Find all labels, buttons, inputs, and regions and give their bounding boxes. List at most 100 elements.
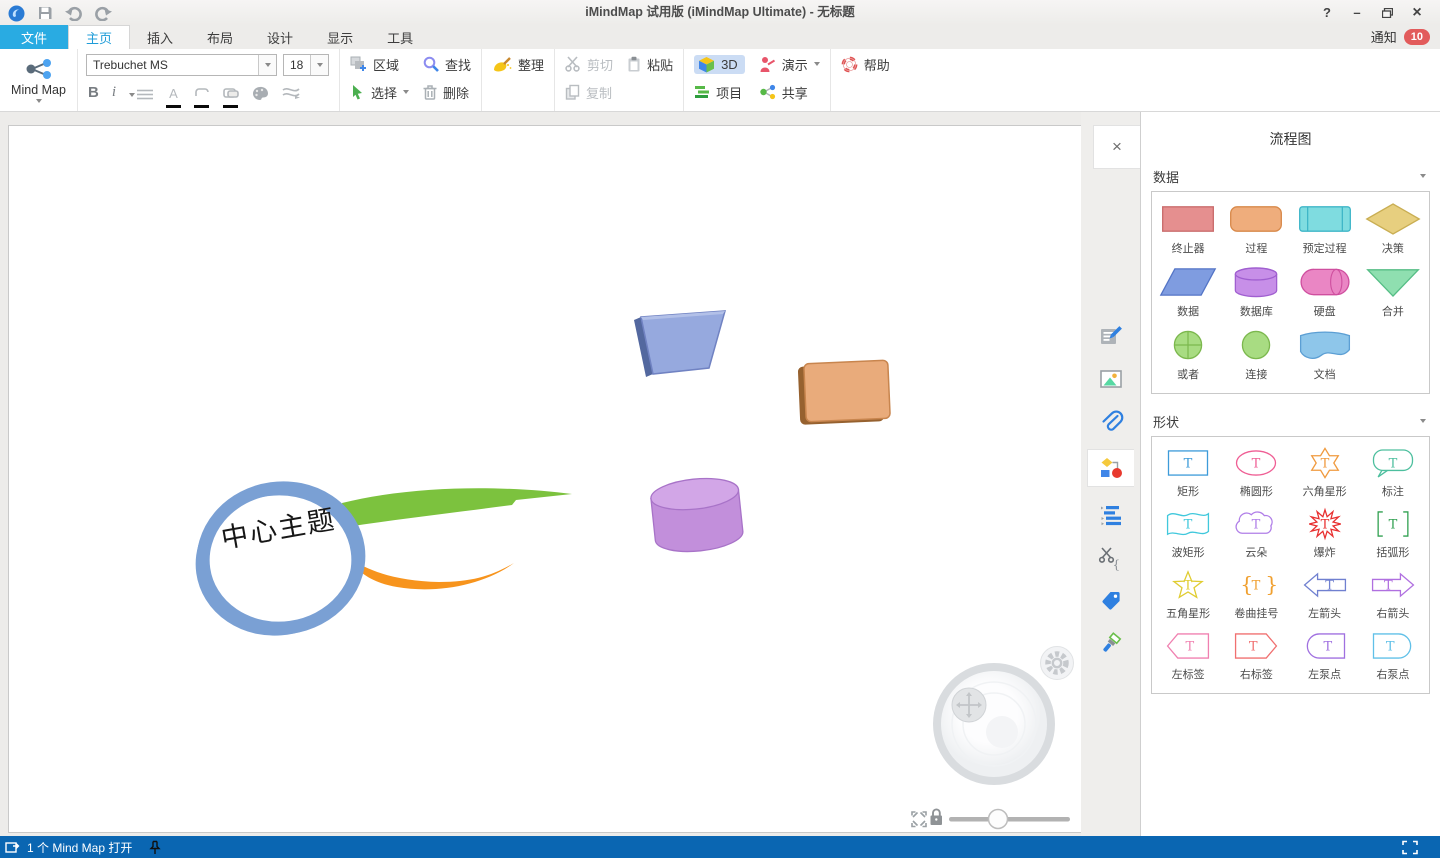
section-header-1[interactable]: 形状 bbox=[1141, 410, 1440, 432]
shape-item[interactable]: 数据库 bbox=[1222, 261, 1290, 324]
shape-item[interactable]: T右泵点 bbox=[1359, 626, 1427, 687]
font-size-dropdown-icon[interactable] bbox=[310, 55, 328, 75]
shape-item[interactable]: T右箭头 bbox=[1359, 565, 1427, 626]
tab-home[interactable]: 主页 bbox=[68, 25, 130, 49]
delete-button[interactable]: 删除 bbox=[423, 82, 471, 102]
help-button[interactable]: 帮助 bbox=[841, 54, 890, 74]
restore-button[interactable] bbox=[1372, 1, 1402, 25]
mindmap-canvas[interactable]: 中心主题 bbox=[8, 125, 1082, 833]
shape-item[interactable]: 预定过程 bbox=[1291, 198, 1359, 261]
save-icon[interactable] bbox=[35, 3, 55, 23]
minimize-button[interactable]: – bbox=[1342, 1, 1372, 25]
nav-wheel[interactable] bbox=[933, 663, 1055, 785]
project-button[interactable]: 项目 bbox=[694, 82, 745, 102]
shape-item[interactable]: T五角星形 bbox=[1154, 565, 1222, 626]
app-logo-icon[interactable] bbox=[6, 3, 26, 23]
shape-item[interactable]: T标注 bbox=[1359, 443, 1427, 504]
shape-3d-process-box[interactable] bbox=[798, 360, 890, 425]
mindmap-button[interactable]: Mind Map bbox=[0, 49, 78, 111]
lock-icon[interactable] bbox=[931, 809, 943, 825]
shape-item[interactable]: T爆炸 bbox=[1291, 504, 1359, 565]
image-icon[interactable] bbox=[1087, 363, 1134, 394]
shape-item[interactable]: 连接 bbox=[1222, 324, 1290, 387]
zoom-slider-handle[interactable] bbox=[989, 810, 1008, 829]
tab-file[interactable]: 文件 bbox=[0, 25, 68, 49]
shape-item[interactable]: 文档 bbox=[1291, 324, 1359, 387]
section-collapse-caret-icon[interactable] bbox=[1420, 419, 1426, 423]
shape-item[interactable]: 合并 bbox=[1359, 261, 1427, 324]
branch-color-button[interactable] bbox=[194, 85, 210, 108]
box-color-button[interactable] bbox=[223, 85, 239, 108]
tab-design[interactable]: 设计 bbox=[250, 25, 310, 49]
section-header-0[interactable]: 数据 bbox=[1141, 165, 1440, 187]
open-maps-icon[interactable] bbox=[5, 840, 20, 854]
shape-item[interactable]: 决策 bbox=[1359, 198, 1427, 261]
shape-3d-cylinder[interactable] bbox=[649, 475, 744, 556]
palette-button[interactable] bbox=[252, 86, 269, 105]
format-painter-icon[interactable] bbox=[1087, 628, 1134, 659]
undo-icon[interactable] bbox=[64, 3, 84, 23]
fit-screen-icon[interactable] bbox=[912, 812, 926, 827]
branch-orange[interactable] bbox=[350, 558, 514, 589]
shape-item[interactable]: T矩形 bbox=[1154, 443, 1222, 504]
svg-text:T: T bbox=[1323, 640, 1332, 655]
tag-icon[interactable] bbox=[1087, 585, 1134, 616]
help-titlebar-button[interactable]: ? bbox=[1312, 1, 1342, 25]
branch-green[interactable] bbox=[342, 488, 572, 527]
snippet-icon[interactable]: { } bbox=[1087, 542, 1134, 573]
shape-item[interactable]: 或者 bbox=[1154, 324, 1222, 387]
tidy-button[interactable]: 整理 bbox=[492, 54, 544, 74]
notification-area[interactable]: 通知 10 bbox=[1371, 27, 1430, 46]
italic-button[interactable]: i bbox=[112, 85, 116, 100]
section-collapse-caret-icon[interactable] bbox=[1420, 174, 1426, 178]
shape-3d-parallelogram[interactable] bbox=[634, 311, 725, 377]
shape-item[interactable]: T右标签 bbox=[1222, 626, 1290, 687]
outline-icon[interactable] bbox=[1087, 499, 1134, 530]
tab-layout[interactable]: 布局 bbox=[190, 25, 250, 49]
share-button[interactable]: 共享 bbox=[759, 82, 820, 102]
select-button[interactable]: 选择 bbox=[350, 82, 409, 102]
cut-button[interactable]: 剪切 bbox=[565, 54, 613, 74]
font-size-select[interactable]: 18 bbox=[283, 54, 329, 76]
tab-insert[interactable]: 插入 bbox=[130, 25, 190, 49]
shape-item[interactable]: T椭圆形 bbox=[1222, 443, 1290, 504]
shape-item[interactable]: T云朵 bbox=[1222, 504, 1290, 565]
shape-item[interactable]: {}T卷曲挂号 bbox=[1222, 565, 1290, 626]
font-family-dropdown-icon[interactable] bbox=[258, 55, 276, 75]
shape-item[interactable]: 数据 bbox=[1154, 261, 1222, 324]
shape-item[interactable]: 硬盘 bbox=[1291, 261, 1359, 324]
shape-item[interactable]: T括弧形 bbox=[1359, 504, 1427, 565]
bold-button[interactable]: B bbox=[88, 85, 99, 100]
present-button[interactable]: 演示 bbox=[759, 54, 820, 74]
nav-knob[interactable] bbox=[952, 688, 986, 722]
branch-style-button[interactable] bbox=[282, 86, 300, 104]
flowchart-icon[interactable] bbox=[1087, 449, 1134, 487]
shape-item[interactable]: T左泵点 bbox=[1291, 626, 1359, 687]
copy-button[interactable]: 复制 bbox=[565, 82, 613, 102]
note-icon[interactable] bbox=[1087, 320, 1134, 351]
shape-item[interactable]: T左箭头 bbox=[1291, 565, 1359, 626]
attachment-icon[interactable] bbox=[1087, 406, 1134, 437]
redo-icon[interactable] bbox=[93, 3, 113, 23]
shape-item[interactable]: 过程 bbox=[1222, 198, 1290, 261]
shape-item[interactable]: 终止器 bbox=[1154, 198, 1222, 261]
pin-icon[interactable] bbox=[149, 840, 161, 855]
find-button[interactable]: 查找 bbox=[423, 54, 471, 74]
fullscreen-icon[interactable] bbox=[1402, 840, 1418, 858]
close-window-button[interactable]: × bbox=[1402, 1, 1432, 25]
font-color-button[interactable]: A bbox=[166, 85, 181, 108]
shape-item[interactable]: T波矩形 bbox=[1154, 504, 1222, 565]
zoom-slider[interactable] bbox=[949, 810, 1070, 829]
shape-item-label: 合并 bbox=[1382, 303, 1404, 319]
tab-view[interactable]: 显示 bbox=[310, 25, 370, 49]
panel-close-button[interactable]: × bbox=[1093, 125, 1141, 169]
tab-tools[interactable]: 工具 bbox=[370, 25, 430, 49]
3d-button[interactable]: 3D bbox=[694, 54, 745, 74]
alignment-button[interactable] bbox=[129, 89, 153, 100]
shape-item[interactable]: T六角星形 bbox=[1291, 443, 1359, 504]
shape-item[interactable]: T左标签 bbox=[1154, 626, 1222, 687]
area-button[interactable]: 区域 bbox=[350, 54, 409, 74]
paste-button[interactable]: 粘贴 bbox=[627, 54, 673, 74]
settings-gear-icon[interactable] bbox=[1041, 647, 1074, 680]
font-family-select[interactable]: Trebuchet MS bbox=[86, 54, 277, 76]
